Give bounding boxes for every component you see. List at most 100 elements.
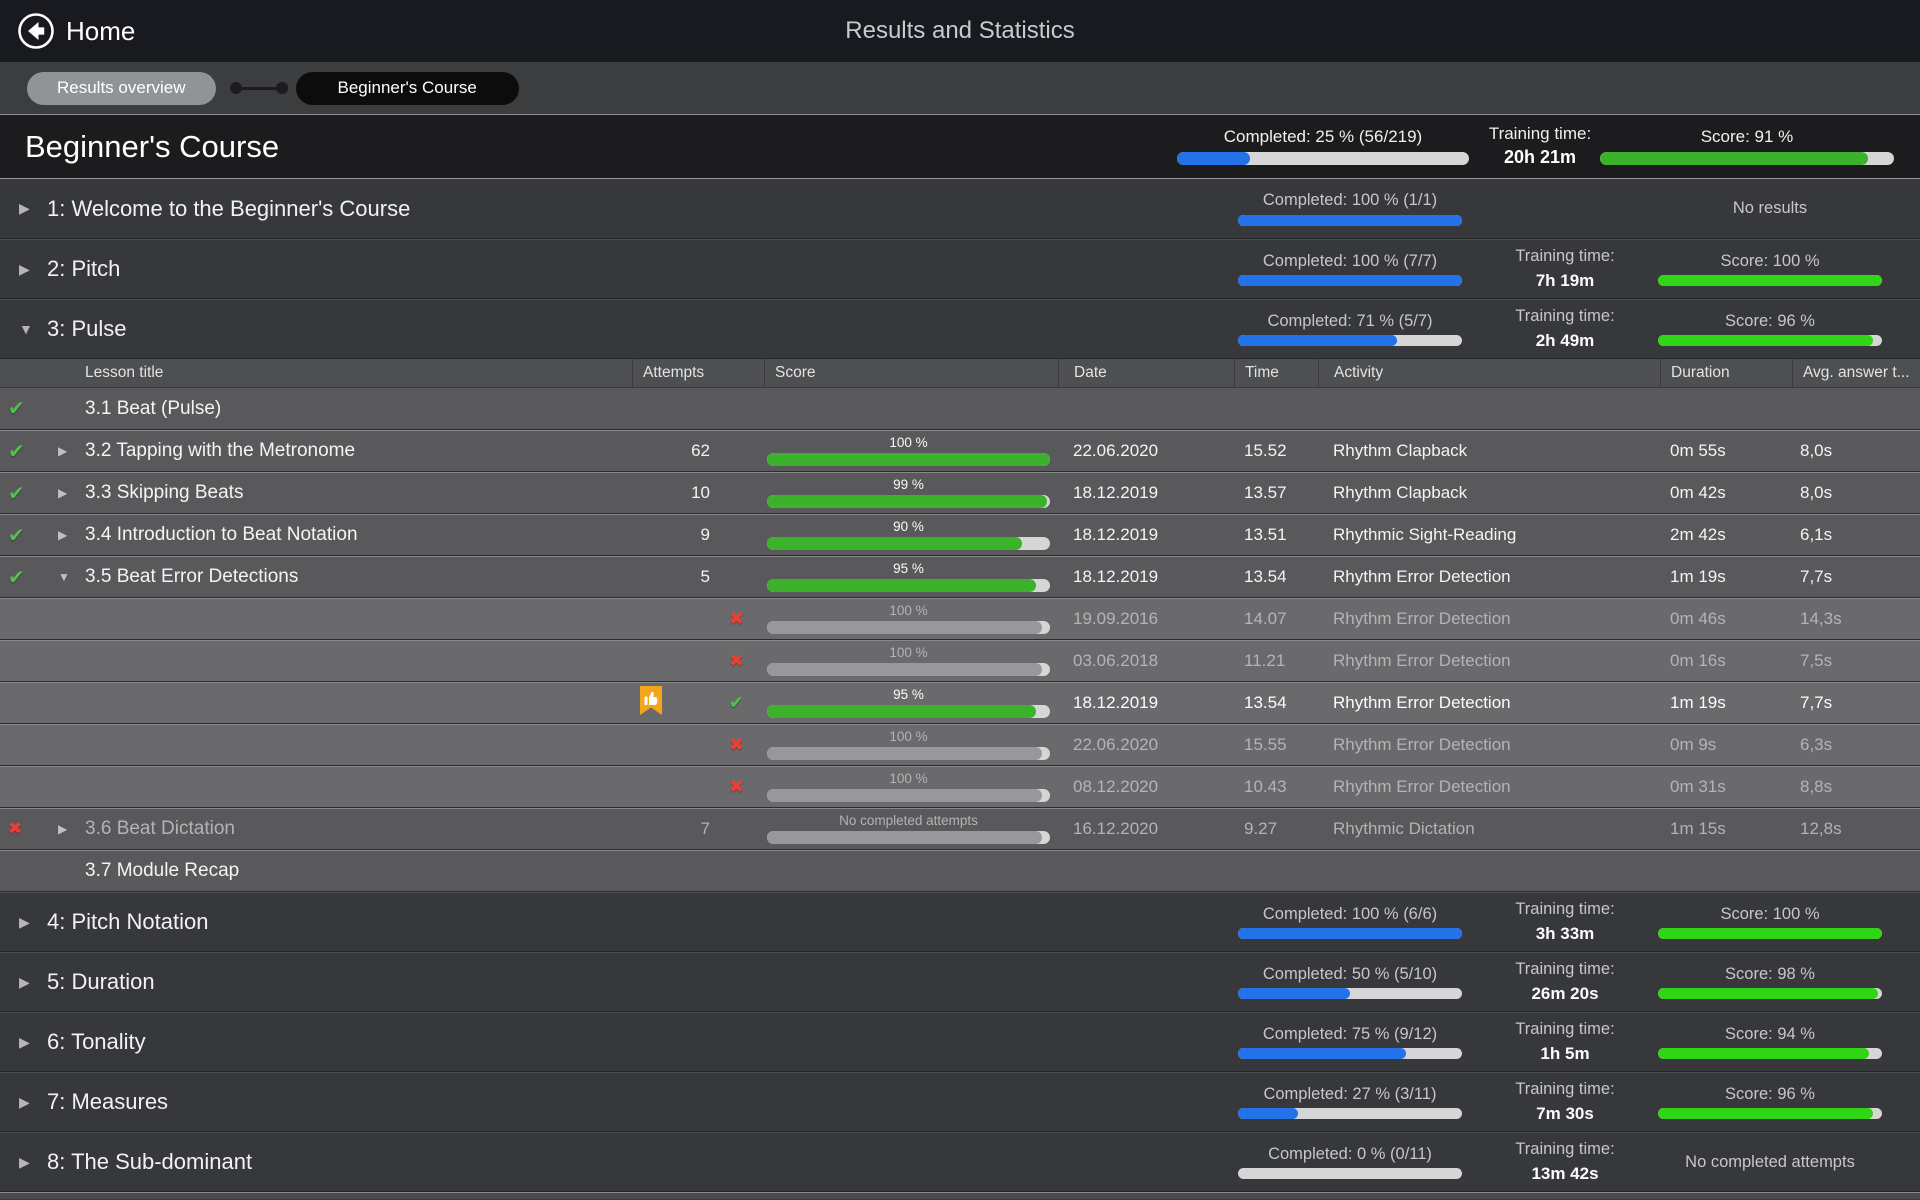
time-value: 15.55 xyxy=(1234,735,1318,755)
lesson-row-3-4[interactable]: ✔ ▶ 3.4 Introduction to Beat Notation 9 … xyxy=(0,514,1920,556)
chevron-right-icon[interactable]: ▶ xyxy=(40,486,85,500)
time-value: 11.21 xyxy=(1234,651,1318,671)
completed-progressbar xyxy=(1238,335,1462,346)
score-cell: 100 % xyxy=(767,772,1050,802)
training-time-label: Training time: xyxy=(1515,960,1614,979)
date-value: 22.06.2020 xyxy=(1058,735,1234,755)
score-progressbar xyxy=(1658,275,1882,286)
module-title: 2: Pitch xyxy=(47,256,120,282)
module-completed-stat: Completed: 100 % (1/1) xyxy=(1230,179,1470,238)
module-row-6[interactable]: ▶ 6: Tonality Completed: 75 % (9/12) Tra… xyxy=(0,1012,1920,1072)
score-progressbar xyxy=(1658,928,1882,939)
column-header-duration: Duration xyxy=(1660,359,1792,387)
completed-label: Completed: 100 % (6/6) xyxy=(1263,905,1437,924)
lesson-row-3-6[interactable]: ✖ ▶ 3.6 Beat Dictation 7 No completed at… xyxy=(0,808,1920,850)
connector-line xyxy=(242,87,276,90)
training-time-value: 3h 33m xyxy=(1536,924,1595,944)
completed-progressbar xyxy=(1238,928,1462,939)
check-icon: ✔ xyxy=(0,439,40,464)
attempt-status-cell: ✖ xyxy=(632,641,764,681)
back-button[interactable]: Home xyxy=(0,11,135,51)
date-value: 18.12.2019 xyxy=(1058,567,1234,587)
module-row-5[interactable]: ▶ 5: Duration Completed: 50 % (5/10) Tra… xyxy=(0,952,1920,1012)
module-score-stat: Score: 100 % xyxy=(1620,240,1920,298)
top-bar: Home Results and Statistics xyxy=(0,0,1920,62)
avg-answer-value: 6,3s xyxy=(1792,735,1920,755)
module-score-stat: Score: 96 % xyxy=(1620,1073,1920,1131)
module-row-3[interactable]: ▼ 3: Pulse Completed: 71 % (5/7) Trainin… xyxy=(0,299,1920,359)
lesson-row-3-2[interactable]: ✔ ▶ 3.2 Tapping with the Metronome 62 10… xyxy=(0,430,1920,472)
chevron-right-icon[interactable]: ▶ xyxy=(40,822,85,836)
activity-value: Rhythm Clapback xyxy=(1318,441,1660,461)
breadcrumb-results-overview[interactable]: Results overview xyxy=(27,72,216,105)
module-row-1[interactable]: ▶ 1: Welcome to the Beginner's Course Co… xyxy=(0,179,1920,239)
score-percent-label: 90 % xyxy=(893,520,924,534)
check-icon: ✔ xyxy=(0,565,40,590)
lesson-title: 3.7 Module Recap xyxy=(85,860,632,882)
chevron-right-icon[interactable]: ▶ xyxy=(19,974,47,991)
module-score-stat: No results xyxy=(1620,179,1920,238)
course-title: Beginner's Course xyxy=(25,129,279,165)
course-header: Beginner's Course Completed: 25 % (56/21… xyxy=(0,114,1920,179)
score-cell: 100 % xyxy=(767,436,1050,466)
chevron-right-icon[interactable]: ▶ xyxy=(19,914,47,931)
score-label: Score: 96 % xyxy=(1725,312,1815,331)
module-score-stat: Score: 96 % xyxy=(1620,300,1920,358)
lesson-title: 3.2 Tapping with the Metronome xyxy=(85,440,632,462)
chevron-right-icon[interactable]: ▶ xyxy=(19,261,47,278)
module-row-4[interactable]: ▶ 4: Pitch Notation Completed: 100 % (6/… xyxy=(0,892,1920,952)
cross-icon: ✖ xyxy=(729,735,744,756)
chevron-down-icon[interactable]: ▼ xyxy=(19,321,47,337)
chevron-right-icon[interactable]: ▶ xyxy=(19,200,47,217)
module-completed-stat: Completed: 71 % (5/7) xyxy=(1230,300,1470,358)
avg-answer-value: 7,7s xyxy=(1792,693,1920,713)
check-icon: ✔ xyxy=(0,396,40,421)
chevron-right-icon[interactable]: ▶ xyxy=(40,528,85,542)
training-time-value: 2h 49m xyxy=(1536,331,1595,351)
training-time-label: Training time: xyxy=(1515,1080,1614,1099)
chevron-right-icon[interactable]: ▶ xyxy=(19,1094,47,1111)
time-value: 13.54 xyxy=(1234,567,1318,587)
avg-answer-value: 6,1s xyxy=(1792,525,1920,545)
module-row-8[interactable]: ▶ 8: The Sub-dominant Completed: 0 % (0/… xyxy=(0,1132,1920,1192)
module-score-stat: Score: 100 % xyxy=(1620,893,1920,951)
attempt-status-cell: ✖ xyxy=(632,725,764,765)
score-progressbar xyxy=(767,495,1050,508)
module-title: 3: Pulse xyxy=(47,316,127,342)
time-value: 15.52 xyxy=(1234,441,1318,461)
chevron-right-icon[interactable]: ▶ xyxy=(19,1034,47,1051)
avg-answer-value: 12,8s xyxy=(1792,819,1920,839)
date-value: 18.12.2019 xyxy=(1058,483,1234,503)
module-score-stat: Score: 94 % xyxy=(1620,1013,1920,1071)
attempt-status-cell: ✔ xyxy=(632,683,764,723)
column-header-date: Date xyxy=(1058,359,1234,387)
activity-value: Rhythm Error Detection xyxy=(1318,693,1660,713)
training-time-label: Training time: xyxy=(1515,1020,1614,1039)
module-completed-stat: Completed: 0 % (0/11) xyxy=(1230,1133,1470,1191)
cross-icon: ✖ xyxy=(729,609,744,630)
chevron-right-icon[interactable]: ▶ xyxy=(19,1154,47,1171)
next-row-partial xyxy=(0,1192,1920,1199)
lesson-row-3-3[interactable]: ✔ ▶ 3.3 Skipping Beats 10 99 % 18.12.201… xyxy=(0,472,1920,514)
chevron-down-icon[interactable]: ▼ xyxy=(40,570,85,584)
breadcrumb-beginners-course[interactable]: Beginner's Course xyxy=(296,72,519,105)
score-cell: 95 % xyxy=(767,562,1050,592)
module-row-2[interactable]: ▶ 2: Pitch Completed: 100 % (7/7) Traini… xyxy=(0,239,1920,299)
module-row-7[interactable]: ▶ 7: Measures Completed: 27 % (3/11) Tra… xyxy=(0,1072,1920,1132)
chevron-right-icon[interactable]: ▶ xyxy=(40,444,85,458)
activity-value: Rhythmic Dictation xyxy=(1318,819,1660,839)
activity-value: Rhythm Error Detection xyxy=(1318,567,1660,587)
connector-dot xyxy=(230,82,242,94)
completed-progressbar xyxy=(1238,1108,1462,1119)
date-value: 03.06.2018 xyxy=(1058,651,1234,671)
attempt-row-2: ✖ 100 % 03.06.2018 11.21 Rhythm Error De… xyxy=(0,640,1920,682)
score-cell: 99 % xyxy=(767,478,1050,508)
lesson-row-3-5[interactable]: ✔ ▼ 3.5 Beat Error Detections 5 95 % 18.… xyxy=(0,556,1920,598)
home-label: Home xyxy=(66,16,135,47)
score-percent-label: 95 % xyxy=(893,688,924,702)
connector-dot xyxy=(276,82,288,94)
training-time-value: 1h 5m xyxy=(1540,1044,1589,1064)
training-time-value: 26m 20s xyxy=(1531,984,1598,1004)
completed-progressbar xyxy=(1177,152,1469,165)
completed-label: Completed: 50 % (5/10) xyxy=(1263,965,1437,984)
